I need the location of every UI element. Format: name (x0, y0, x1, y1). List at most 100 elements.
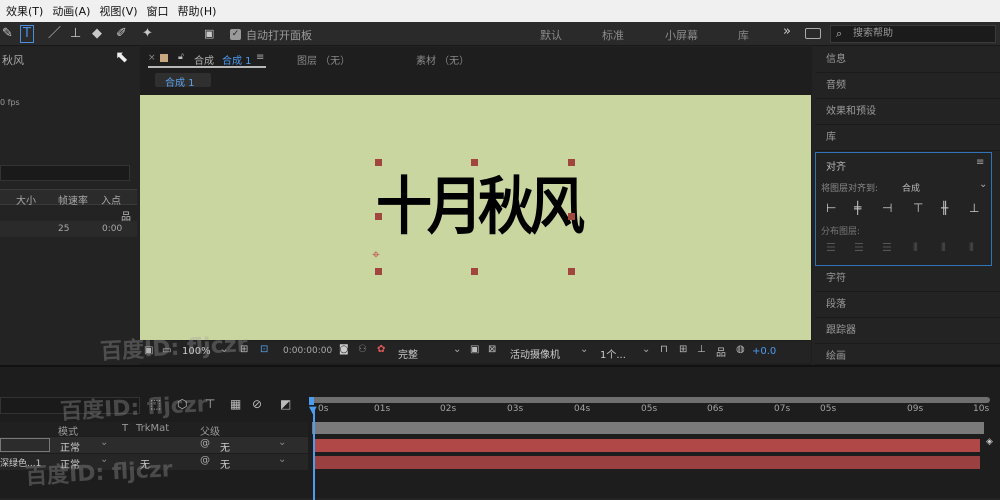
align-to-chevron-icon: ⌄ (979, 179, 988, 190)
show-snapshot-icon[interactable]: ⚇ (358, 344, 367, 355)
col-frame-rate[interactable]: 帧速率 (58, 192, 88, 207)
panel-paint[interactable]: 绘画 (815, 344, 1000, 365)
layer-end-icon[interactable]: ◈ (986, 437, 993, 447)
transparency-grid-icon[interactable]: ⊠ (488, 344, 496, 355)
type-tool-icon[interactable]: T (20, 25, 34, 43)
pen-tool-icon[interactable]: ✎ (2, 25, 13, 43)
playhead-icon[interactable]: ▼ (309, 405, 317, 416)
snapshot-camera-icon[interactable]: ◙ (339, 344, 349, 355)
timeline-icon[interactable]: ⊥ (697, 344, 706, 355)
comp-flowchart-icon[interactable]: ◩ (280, 397, 291, 411)
color-channels-icon[interactable]: ✿ (377, 344, 385, 355)
selection-handle-tr[interactable] (568, 159, 575, 166)
breadcrumb-label: 合成 1 (165, 78, 195, 89)
align-left-icon[interactable]: ⊢ (826, 201, 836, 215)
comp-breadcrumb[interactable]: 合成 1 (155, 73, 211, 89)
search-input[interactable]: ⌕ 搜索帮助 (830, 25, 996, 43)
pickwhip-icon[interactable]: @ (200, 438, 210, 449)
tab-footage[interactable]: 素材 （无） (416, 52, 469, 67)
layer-row[interactable]: 正常 ⌄ @ 无 ⌄ (0, 437, 308, 454)
layer-parent-select[interactable]: 无 (220, 456, 230, 471)
selection-handle-bm[interactable] (471, 268, 478, 275)
auto-open-checkbox[interactable]: ✓ (230, 29, 241, 40)
anchor-point-icon[interactable]: ⌖ (372, 247, 380, 263)
project-row[interactable]: 25 0:00 (0, 221, 137, 237)
exposure-value[interactable]: +0.0 (752, 346, 776, 357)
selection-handle-bl[interactable] (375, 268, 382, 275)
fast-preview-icon[interactable]: ⊞ (679, 344, 687, 355)
workspace-menu-icon[interactable] (805, 28, 821, 39)
align-top-icon[interactable]: ⊤ (913, 201, 923, 215)
graph-editor-icon[interactable]: ⊘ (252, 397, 262, 411)
col-parent[interactable]: 父级 (200, 423, 220, 438)
panel-character[interactable]: 字符 (815, 266, 1000, 292)
workspace-standard[interactable]: 标准 (602, 27, 624, 43)
col-in-point[interactable]: 入点 (101, 192, 121, 207)
align-menu-icon[interactable]: ≡ (976, 157, 984, 168)
more-workspaces-button[interactable]: » (783, 24, 791, 39)
workspace-small-screen[interactable]: 小屏幕 (665, 27, 698, 43)
panel-tracker[interactable]: 跟踪器 (815, 318, 1000, 344)
work-area-bar[interactable] (312, 422, 984, 434)
roto-brush-icon[interactable]: ✐ (116, 25, 127, 43)
align-to-select[interactable]: 合成 (902, 181, 920, 194)
menu-effect[interactable]: 效果(T) (6, 3, 43, 19)
workspace-default[interactable]: 默认 (540, 27, 562, 43)
col-trkmat[interactable]: TrkMat (136, 423, 169, 434)
current-timecode[interactable]: 0:00:00:00 (283, 346, 332, 356)
motion-blur-icon[interactable]: ▦ (230, 397, 241, 411)
clone-stamp-icon[interactable]: ⊥ (70, 25, 81, 43)
menu-view[interactable]: 视图(V) (99, 3, 137, 19)
panel-toggle-icon[interactable]: ▣ (204, 25, 214, 43)
menu-window[interactable]: 窗口 (147, 3, 169, 19)
selection-handle-ml[interactable] (375, 213, 382, 220)
selection-handle-mr[interactable] (568, 213, 575, 220)
viewer-text-layer[interactable]: 十月秋风 (376, 152, 585, 286)
panel-library[interactable]: 库 (815, 125, 1000, 151)
layer-parent-select[interactable]: 无 (220, 439, 230, 454)
align-vertical-center-icon[interactable]: ╫ (941, 201, 948, 215)
selection-handle-tm[interactable] (471, 159, 478, 166)
composition-viewer[interactable]: 十月秋风 ⌖ (140, 95, 811, 340)
exposure-reset-icon[interactable]: ◍ (736, 344, 745, 355)
project-search-field[interactable] (0, 165, 130, 181)
current-time-indicator[interactable] (313, 407, 315, 500)
selection-handle-br[interactable] (568, 268, 575, 275)
align-right-icon[interactable]: ⊣ (882, 201, 892, 215)
layer-mode-select[interactable]: 正常 (60, 439, 80, 454)
resolution-select[interactable]: 完整 (398, 346, 418, 361)
views-select[interactable]: 1个... (600, 346, 626, 361)
eraser-tool-icon[interactable]: ◆ (92, 25, 102, 43)
col-size[interactable]: 大小 (16, 192, 36, 207)
flowchart-icon[interactable]: 品 (716, 344, 726, 359)
align-bottom-icon[interactable]: ⊥ (969, 201, 979, 215)
layer-bar[interactable] (313, 456, 980, 469)
menu-animation[interactable]: 动画(A) (52, 3, 90, 19)
workspace-library[interactable]: 库 (738, 27, 749, 43)
comp-tab-menu-icon[interactable]: ≡ (256, 52, 264, 63)
menu-help[interactable]: 帮助(H) (178, 3, 217, 19)
layer-bar[interactable] (313, 439, 980, 452)
close-tab-icon[interactable]: × (148, 53, 156, 63)
puppet-pin-icon[interactable]: ✦ (142, 25, 153, 43)
layer-name-field[interactable] (0, 438, 50, 452)
mask-toggle-icon[interactable]: ⊡ (260, 344, 268, 355)
brush-tool-icon[interactable]: ／ (48, 25, 61, 43)
lock-icon[interactable]: 🔓︎ (178, 52, 184, 62)
camera-select[interactable]: 活动摄像机 (510, 346, 560, 361)
pixel-aspect-icon[interactable]: ⊓ (660, 344, 668, 355)
region-of-interest-icon[interactable]: ▣ (470, 344, 479, 355)
panel-effects-presets[interactable]: 效果和预设 (815, 99, 1000, 125)
panel-info[interactable]: 信息 (815, 47, 1000, 73)
time-navigator-bar[interactable] (310, 397, 990, 403)
navigator-start-handle[interactable] (309, 397, 314, 405)
pickwhip-icon[interactable]: @ (200, 455, 210, 466)
col-t[interactable]: T (122, 423, 128, 434)
panel-audio[interactable]: 音频 (815, 73, 1000, 99)
selection-handle-tl[interactable] (375, 159, 382, 166)
tab-layer[interactable]: 图层 （无） (297, 52, 350, 67)
align-horizontal-center-icon[interactable]: ╪ (854, 201, 861, 215)
comp-tab-name[interactable]: 合成 1 (222, 52, 252, 67)
align-title: 对齐 (826, 162, 846, 173)
panel-paragraph[interactable]: 段落 (815, 292, 1000, 318)
